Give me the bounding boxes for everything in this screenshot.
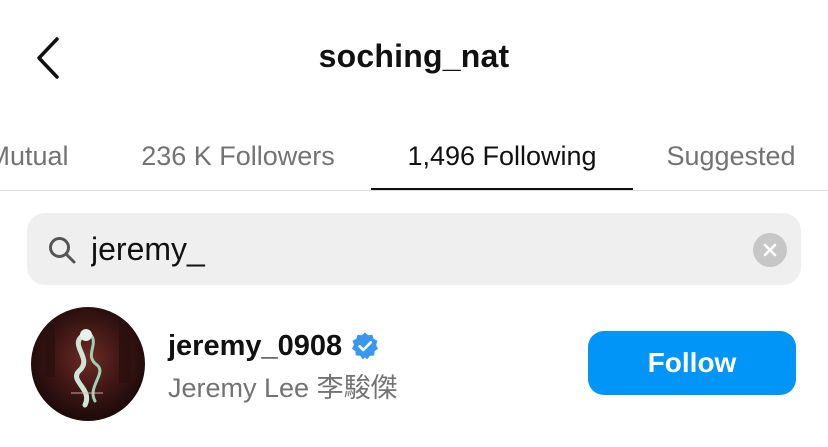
tab-suggested[interactable]: Suggested <box>648 122 814 190</box>
follow-button[interactable]: Follow <box>588 331 796 395</box>
username[interactable]: jeremy_0908 <box>168 330 342 363</box>
clear-search-button[interactable] <box>753 233 787 267</box>
list-item[interactable]: jeremy_0908 Jeremy Lee 李駿傑 Follow <box>0 300 828 430</box>
top-bar: soching_nat <box>0 0 828 120</box>
full-name: Jeremy Lee 李駿傑 <box>168 373 398 403</box>
tab-mutual[interactable]: Mutual <box>0 122 96 190</box>
tab-following[interactable]: 1,496 Following <box>371 122 633 190</box>
username-line: jeremy_0908 <box>168 326 380 366</box>
search-input[interactable] <box>91 225 731 273</box>
tab-bar: Mutual 236 K Followers 1,496 Following S… <box>0 122 828 191</box>
active-tab-indicator <box>371 188 633 190</box>
tab-followers[interactable]: 236 K Followers <box>118 122 358 190</box>
avatar[interactable] <box>31 307 145 421</box>
clear-icon <box>763 243 777 257</box>
page-title: soching_nat <box>318 38 510 74</box>
verified-badge-icon <box>352 332 379 360</box>
search-icon <box>49 237 76 264</box>
avatar-image <box>31 307 145 421</box>
search-bar[interactable] <box>27 213 801 285</box>
